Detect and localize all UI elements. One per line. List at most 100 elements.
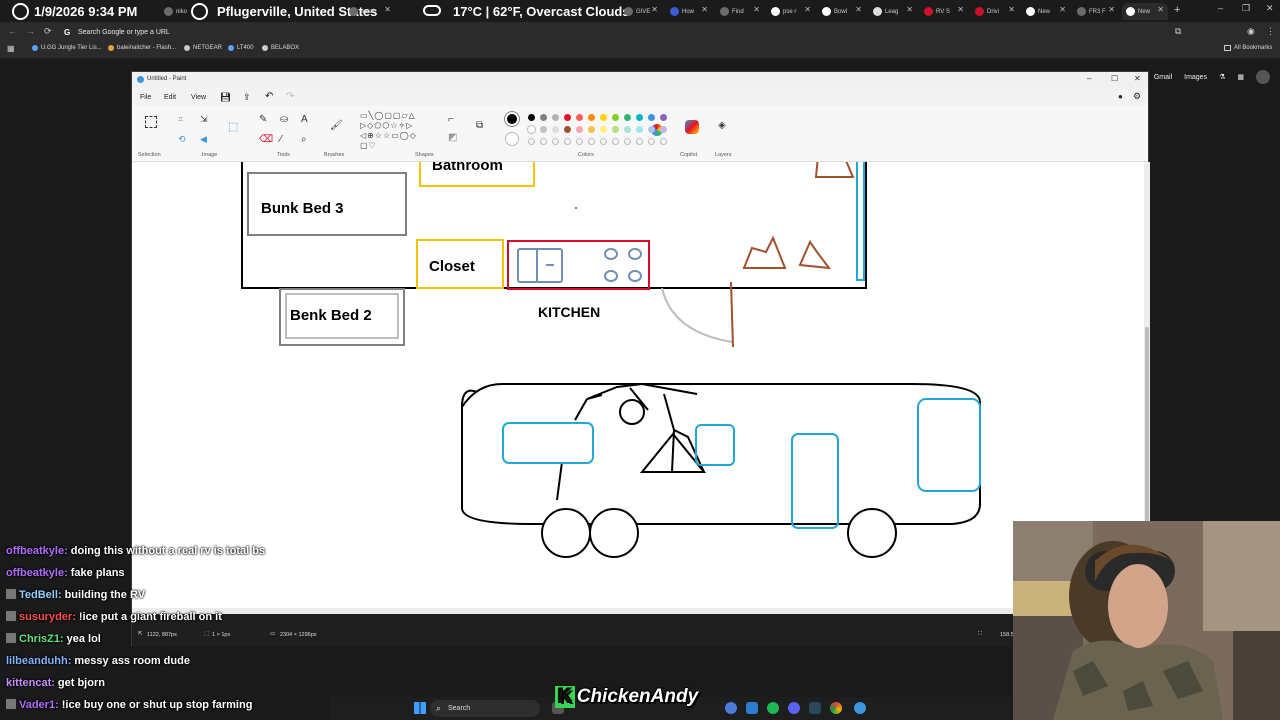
- fill-bucket-icon[interactable]: ⛀: [280, 114, 288, 125]
- settings-gear-icon[interactable]: ⚙: [1133, 91, 1141, 102]
- empty-color-slot[interactable]: [564, 138, 571, 145]
- back-arrow-icon[interactable]: ←: [8, 26, 17, 36]
- brush-icon[interactable]: 🖌︎: [330, 120, 343, 131]
- tab-close-icon[interactable]: ✕: [804, 5, 811, 14]
- profile-icon[interactable]: ◉: [1247, 26, 1255, 37]
- color-swatch[interactable]: [600, 114, 607, 121]
- flip-icon[interactable]: ◀: [200, 134, 207, 145]
- empty-color-slot[interactable]: [600, 138, 607, 145]
- text-tool-icon[interactable]: A: [301, 114, 308, 125]
- color-swatch[interactable]: [527, 125, 536, 134]
- bookmark-item[interactable]: baleinaitcher - Flash...: [108, 45, 176, 51]
- tab-close-icon[interactable]: ✕: [384, 5, 391, 14]
- browser-tab[interactable]: Find ✕: [716, 3, 764, 20]
- menu-file[interactable]: File: [140, 94, 151, 101]
- tab-close-icon[interactable]: ✕: [701, 5, 708, 14]
- rotate-icon[interactable]: ⟲: [178, 134, 186, 145]
- color-swatch[interactable]: [552, 114, 559, 121]
- resize-icon[interactable]: ⇲: [200, 114, 208, 125]
- color-swatch[interactable]: [612, 114, 619, 121]
- color-swatch[interactable]: [564, 126, 571, 133]
- chrome-icon[interactable]: [830, 702, 842, 714]
- undo-icon[interactable]: ↶: [265, 91, 273, 102]
- color-swatch[interactable]: [612, 126, 619, 133]
- pencil-icon[interactable]: ✎: [259, 114, 267, 125]
- window-close-icon[interactable]: ✕: [1266, 3, 1274, 14]
- color-swatch[interactable]: [576, 126, 583, 133]
- zoom-level[interactable]: 158.5: [1000, 632, 1014, 638]
- account-icon[interactable]: ●: [1118, 92, 1123, 101]
- steam-icon[interactable]: [809, 702, 821, 714]
- save-icon[interactable]: 💾︎: [220, 92, 231, 103]
- redo-icon[interactable]: ↷: [286, 91, 294, 102]
- tab-close-icon[interactable]: ✕: [906, 5, 913, 14]
- new-tab-plus-icon[interactable]: +: [1174, 4, 1180, 16]
- color-swatch[interactable]: [624, 126, 631, 133]
- taskbar-search[interactable]: ⌕ Search: [430, 700, 540, 717]
- color-swatch[interactable]: [552, 126, 559, 133]
- tab-close-icon[interactable]: ✕: [1008, 5, 1015, 14]
- browser-tab[interactable]: Bowl ✕: [818, 3, 866, 20]
- empty-color-slot[interactable]: [588, 138, 595, 145]
- tab-close-icon[interactable]: ✕: [651, 5, 658, 14]
- empty-color-slot[interactable]: [540, 138, 547, 145]
- color-2-swatch[interactable]: [505, 132, 519, 146]
- empty-color-slot[interactable]: [636, 138, 643, 145]
- empty-color-slot[interactable]: [552, 138, 559, 145]
- tab-close-icon[interactable]: ✕: [855, 5, 862, 14]
- shapes-gallery[interactable]: ▭╲◯▢▢▱△ ▷◇⬠⬡☆✧▷ ◁⊕☆☆▭◯◇ ▢♡: [360, 111, 438, 150]
- magnifier-icon[interactable]: ⌕: [301, 134, 307, 145]
- browser-tab[interactable]: Drivi ✕: [971, 3, 1019, 20]
- color-swatch[interactable]: [564, 114, 571, 121]
- google-apps-icon[interactable]: ▦: [1237, 73, 1244, 81]
- layers-icon[interactable]: ◈: [718, 120, 726, 131]
- forward-arrow-icon[interactable]: →: [26, 26, 35, 36]
- images-link[interactable]: Images: [1184, 74, 1207, 81]
- bookmark-item[interactable]: NETGEAR: [184, 45, 222, 51]
- bookmark-item[interactable]: LT400: [228, 45, 254, 51]
- extensions-icon[interactable]: ⧉: [1175, 26, 1181, 37]
- edge-icon[interactable]: [725, 702, 737, 714]
- browser-tab[interactable]: sarah ✕: [345, 3, 395, 20]
- address-bar[interactable]: G Search Google or type a URL: [58, 25, 1158, 40]
- share-icon[interactable]: ⇪: [243, 92, 251, 103]
- gmail-link[interactable]: Gmail: [1154, 74, 1172, 81]
- bookmark-item[interactable]: U.GG Jungle Tier Lis...: [32, 45, 102, 51]
- empty-color-slot[interactable]: [528, 138, 535, 145]
- outline-icon[interactable]: ⌐: [448, 114, 454, 125]
- menu-view[interactable]: View: [191, 94, 206, 101]
- crop-icon[interactable]: ⌗: [178, 114, 183, 125]
- tab-close-icon[interactable]: ✕: [1108, 5, 1115, 14]
- empty-color-slot[interactable]: [612, 138, 619, 145]
- layers-shapes-icon[interactable]: ⧉: [476, 120, 483, 131]
- color-swatch[interactable]: [648, 114, 655, 121]
- minimize-icon[interactable]: –: [1087, 74, 1091, 83]
- color-swatch[interactable]: [636, 126, 643, 133]
- close-icon[interactable]: ✕: [1134, 74, 1141, 83]
- color-swatch[interactable]: [660, 126, 667, 133]
- browser-tab[interactable]: FR3 F ✕: [1073, 3, 1119, 20]
- color-swatch[interactable]: [660, 114, 667, 121]
- color-picker-icon[interactable]: ⁄: [280, 134, 282, 145]
- color-swatch[interactable]: [540, 126, 547, 133]
- tab-close-icon[interactable]: ✕: [1157, 5, 1164, 14]
- color-1-swatch[interactable]: [504, 111, 520, 127]
- copilot-icon[interactable]: [685, 120, 699, 134]
- color-swatch[interactable]: [540, 114, 547, 121]
- color-swatch[interactable]: [576, 114, 583, 121]
- color-swatch[interactable]: [636, 114, 643, 121]
- empty-color-slot[interactable]: [648, 138, 655, 145]
- empty-color-slot[interactable]: [576, 138, 583, 145]
- fill-icon[interactable]: ◩: [448, 132, 457, 143]
- menu-edit[interactable]: Edit: [164, 94, 176, 101]
- browser-tab[interactable]: pse r ✕: [767, 3, 815, 20]
- menu-dots-icon[interactable]: ⋮: [1266, 26, 1275, 37]
- color-swatch[interactable]: [624, 114, 631, 121]
- image-select-icon[interactable]: ⬚: [228, 120, 238, 133]
- browser-tab[interactable]: RV S ✕: [920, 3, 968, 20]
- spotify-icon[interactable]: [767, 702, 779, 714]
- avatar[interactable]: [1256, 70, 1270, 84]
- tab-close-icon[interactable]: ✕: [753, 5, 760, 14]
- empty-color-slot[interactable]: [660, 138, 667, 145]
- apps-grid-icon[interactable]: ▦: [7, 44, 15, 53]
